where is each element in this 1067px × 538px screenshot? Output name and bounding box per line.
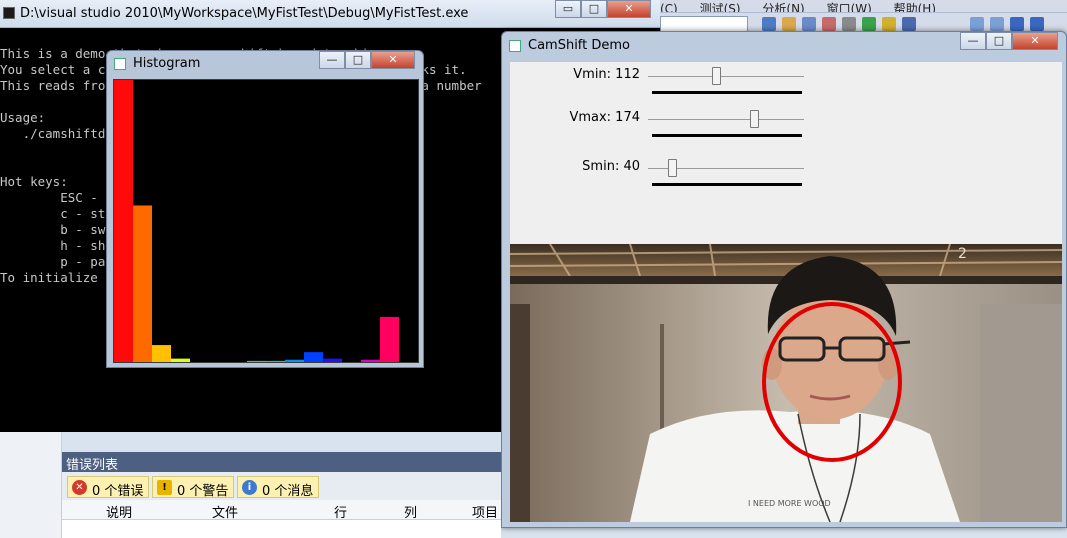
camera-video-frame[interactable]: 2 I NEED MORE WOOD <box>510 244 1062 522</box>
console-app-icon <box>3 7 15 19</box>
column-project[interactable]: 项目 <box>472 502 498 521</box>
close-button[interactable]: ✕ <box>607 0 651 18</box>
menu-item-analyze[interactable]: 分析(N) <box>762 2 804 12</box>
minimize-button[interactable]: ▭ <box>555 0 581 18</box>
trackbar-vmax-thumb[interactable] <box>750 110 760 128</box>
shirt-print: I NEED MORE WOOD <box>748 499 831 508</box>
column-column[interactable]: 列 <box>404 502 417 521</box>
toolbar-icon-5[interactable] <box>842 17 856 31</box>
trackbar-panel: Vmin: 112 Vmax: 174 Smin: 40 <box>510 62 1062 244</box>
camshift-caption-buttons: — □ ✕ <box>960 32 1058 50</box>
opencv-window-icon <box>114 58 126 70</box>
column-description[interactable]: 说明 <box>106 502 132 521</box>
toolbar-icon-2[interactable] <box>782 17 796 31</box>
warnings-filter-button[interactable]: ! 0 个警告 <box>152 476 235 499</box>
toolbar-icon-1[interactable] <box>762 17 776 31</box>
trackbar-smin-base <box>652 183 802 186</box>
solution-config-dropdown[interactable] <box>660 16 748 32</box>
toolbar-icon-6[interactable] <box>862 17 876 31</box>
histogram-bin-1 <box>133 205 152 362</box>
play-icon[interactable] <box>970 17 984 31</box>
messages-count: 0 个消息 <box>262 484 314 499</box>
close-button[interactable]: ✕ <box>1012 32 1058 50</box>
histogram-caption-buttons: — □ ✕ <box>319 51 415 69</box>
histogram-bin-9 <box>285 359 304 362</box>
stop-icon[interactable] <box>1010 17 1024 31</box>
trackbar-vmax-label: Vmax: 174 <box>569 110 640 125</box>
close-button[interactable]: ✕ <box>371 51 415 69</box>
vs-side-strip <box>0 432 62 538</box>
toolbar-icon-3[interactable] <box>802 17 816 31</box>
warnings-count: 0 个警告 <box>177 484 229 499</box>
vs-menubar: (C) 测试(S) 分析(N) 窗口(W) 帮助(H) <box>660 0 1067 12</box>
histogram-title: Histogram <box>133 56 201 71</box>
trackbar-vmin-label: Vmin: 112 <box>573 67 640 82</box>
histogram-window[interactable]: Histogram — □ ✕ <box>106 50 424 368</box>
histogram-bin-11 <box>323 358 342 362</box>
errors-filter-button[interactable]: ✕ 0 个错误 <box>67 476 150 499</box>
trackbar-smin-thumb[interactable] <box>668 159 678 177</box>
camera-image: 2 I NEED MORE WOOD <box>510 244 1062 522</box>
errors-count: 0 个错误 <box>92 484 144 499</box>
histogram-bin-14 <box>380 316 399 362</box>
console-caption-buttons: ▭ □ ✕ <box>555 0 651 18</box>
ceiling-number: 2 <box>958 246 967 262</box>
trackbar-vmax-base <box>652 134 802 137</box>
maximize-button[interactable]: □ <box>345 51 371 69</box>
trackbar-vmin-track[interactable] <box>648 76 804 77</box>
histogram-bin-2 <box>152 345 171 362</box>
histogram-bin-7 <box>247 360 266 362</box>
console-title-text: D:\visual studio 2010\MyWorkspace\MyFist… <box>20 6 469 21</box>
trackbar-vmax-track[interactable] <box>648 119 804 120</box>
minimize-button[interactable]: — <box>960 32 986 50</box>
opencv-window-icon <box>509 40 521 52</box>
histogram-bin-0 <box>114 80 133 362</box>
toolbar-icon-8[interactable] <box>902 17 916 31</box>
histogram-bin-8 <box>266 360 285 362</box>
messages-filter-button[interactable]: i 0 个消息 <box>237 476 320 499</box>
step-icon[interactable] <box>1030 17 1044 31</box>
column-line[interactable]: 行 <box>334 502 347 521</box>
histogram-bars <box>114 80 399 362</box>
histogram-bin-10 <box>304 352 323 362</box>
histogram-canvas <box>113 79 419 363</box>
minimize-button[interactable]: — <box>319 51 345 69</box>
column-file[interactable]: 文件 <box>212 502 238 521</box>
error-list-body <box>62 520 501 538</box>
toolbar-icon-7[interactable] <box>882 17 896 31</box>
menu-item-test[interactable]: 测试(S) <box>700 2 741 12</box>
histogram-bin-13 <box>361 359 380 362</box>
trackbar-smin-label: Smin: 40 <box>582 159 640 174</box>
error-icon: ✕ <box>72 480 87 495</box>
camshift-title: CamShift Demo <box>528 38 631 53</box>
trackbar-vmin-thumb[interactable] <box>712 67 722 85</box>
toolbar-icon-4[interactable] <box>822 17 836 31</box>
warning-icon: ! <box>157 480 172 495</box>
menu-item-window[interactable]: 窗口(W) <box>827 2 872 12</box>
trackbar-vmin-base <box>652 91 802 94</box>
error-list-columns: 说明 文件 行 列 项目 <box>62 500 501 521</box>
info-icon: i <box>242 480 257 495</box>
menu-item-help[interactable]: 帮助(H) <box>894 2 936 12</box>
pause-icon[interactable] <box>990 17 1004 31</box>
maximize-button[interactable]: □ <box>581 0 607 18</box>
camshift-window[interactable]: CamShift Demo — □ ✕ Vmin: 112 Vmax: 174 … <box>501 31 1067 528</box>
maximize-button[interactable]: □ <box>986 32 1012 50</box>
error-list-header: 错误列表 <box>62 452 501 473</box>
histogram-bin-3 <box>171 358 190 362</box>
menu-item-c[interactable]: (C) <box>660 2 678 12</box>
